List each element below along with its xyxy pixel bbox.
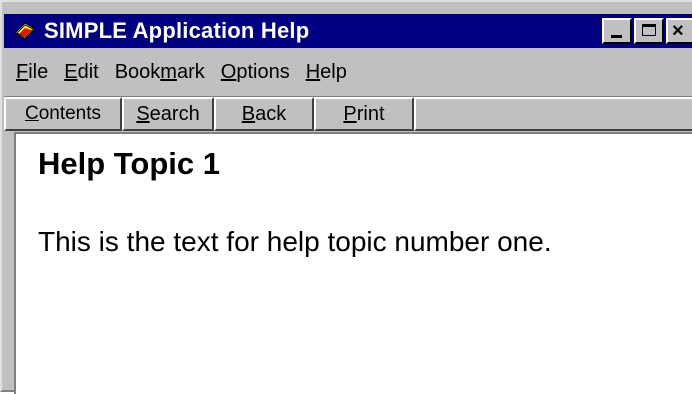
- window-controls: ×: [602, 18, 692, 44]
- menu-bar: File Edit Bookmark Options Help: [4, 52, 692, 92]
- topic-heading: Help Topic 1: [38, 146, 221, 181]
- menu-file[interactable]: File: [4, 61, 56, 84]
- contents-button[interactable]: Contents: [4, 97, 122, 131]
- topic-body-text: This is the text for help topic number o…: [38, 226, 552, 257]
- menu-edit[interactable]: Edit: [56, 61, 106, 84]
- maximize-icon: [642, 24, 656, 36]
- menu-bookmark[interactable]: Bookmark: [107, 61, 213, 84]
- search-button[interactable]: Search: [122, 97, 214, 131]
- help-button-bar: Contents Search Back Print: [4, 96, 692, 131]
- menu-options[interactable]: Options: [213, 61, 298, 84]
- help-book-icon: [12, 18, 38, 44]
- button-bar-filler: [414, 97, 692, 131]
- back-button[interactable]: Back: [214, 97, 314, 131]
- close-button[interactable]: ×: [666, 18, 692, 44]
- title-bar[interactable]: SIMPLE Application Help ×: [4, 14, 692, 48]
- close-icon: ×: [672, 20, 684, 42]
- minimize-icon: [611, 35, 622, 38]
- topic-content-pane[interactable]: Help Topic 1 This is the text for help t…: [14, 132, 692, 394]
- minimize-button[interactable]: [602, 18, 632, 44]
- window-title: SIMPLE Application Help: [44, 18, 310, 43]
- help-window: SIMPLE Application Help × File Edit Book…: [0, 0, 692, 394]
- menu-help[interactable]: Help: [298, 61, 355, 84]
- print-button[interactable]: Print: [314, 97, 414, 131]
- maximize-button[interactable]: [634, 18, 664, 44]
